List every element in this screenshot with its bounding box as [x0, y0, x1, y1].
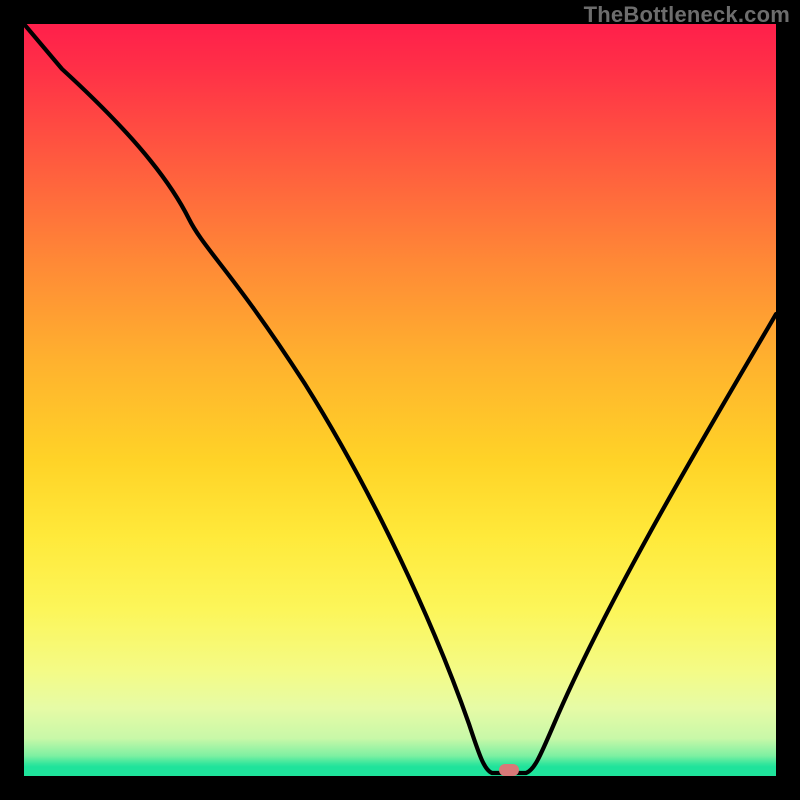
bottleneck-curve — [24, 24, 776, 776]
optimum-marker — [499, 764, 519, 776]
curve-path — [24, 24, 776, 773]
watermark-text: TheBottleneck.com — [584, 2, 790, 28]
outer-frame: TheBottleneck.com — [0, 0, 800, 800]
plot-area — [24, 24, 776, 776]
